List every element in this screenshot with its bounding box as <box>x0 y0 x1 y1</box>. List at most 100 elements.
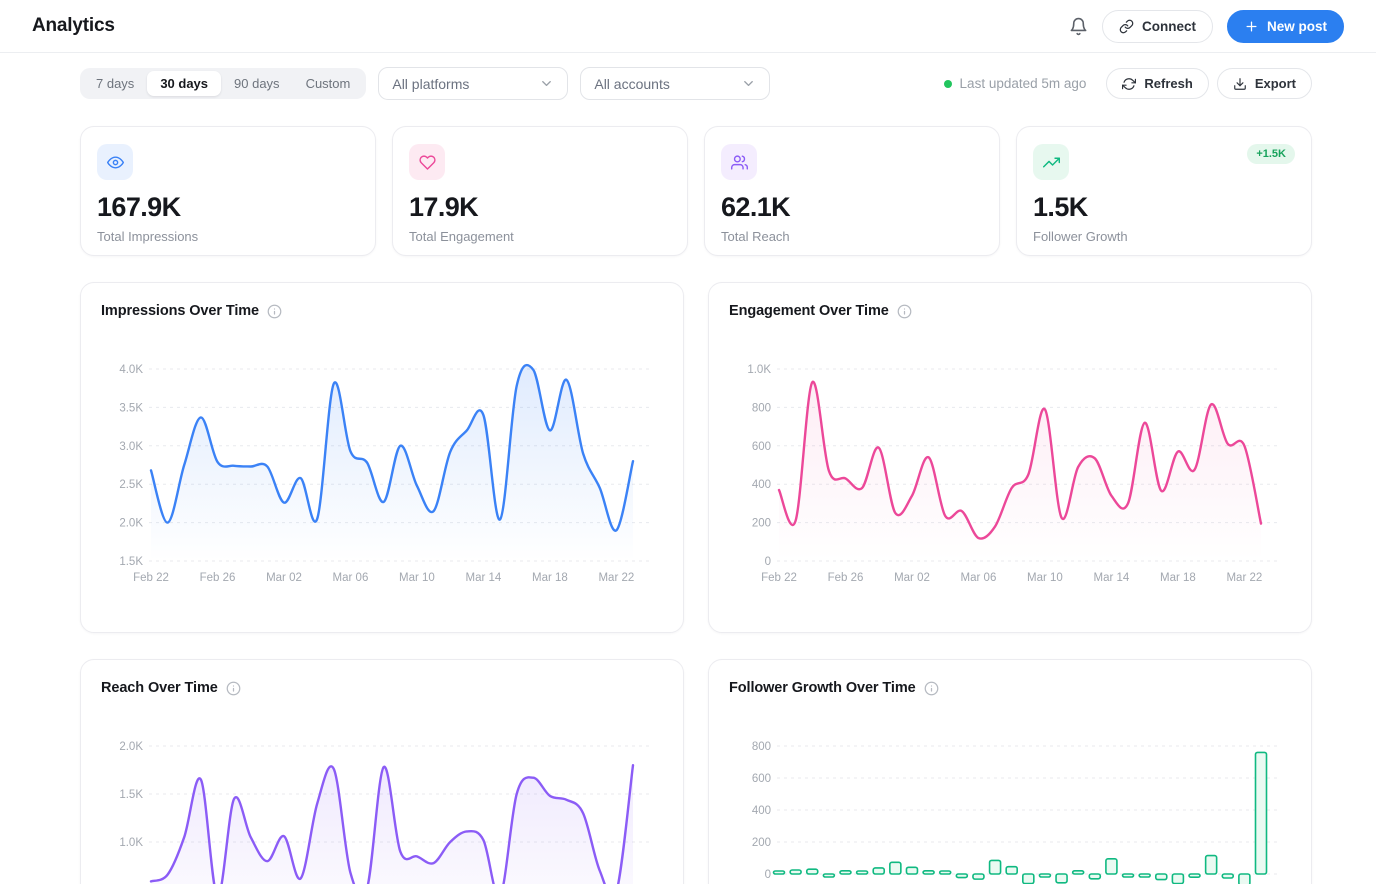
export-button[interactable]: Export <box>1216 68 1312 99</box>
stat-value: 1.5K <box>1033 192 1088 222</box>
chart-title: Engagement Over Time <box>729 303 889 319</box>
svg-text:Mar 10: Mar 10 <box>399 572 435 584</box>
tab-90-days[interactable]: 90 days <box>221 71 293 96</box>
svg-text:600: 600 <box>752 441 771 453</box>
charts-grid: Impressions Over Time 4.0K 3.5K 3.0K 2.5K 2.… <box>80 282 1312 884</box>
svg-text:0: 0 <box>765 556 771 568</box>
engagement-chart-card: Engagement Over Time 1.0K 800 600 400 200 0 Fe… <box>708 282 1312 633</box>
heart-icon <box>418 154 436 170</box>
refresh-label: Refresh <box>1144 76 1193 91</box>
new-post-label: New post <box>1266 18 1327 34</box>
chart-title: Reach Over Time <box>101 680 218 696</box>
analytics-content: 7 days 30 days 90 days Custom All platfo… <box>80 67 1312 884</box>
reach-chart-card: Reach Over Time 2.0K1.5K1.0K5000Feb 22Fe… <box>80 659 684 884</box>
stat-label: Follower Growth <box>1033 229 1128 244</box>
users-icon <box>730 154 748 170</box>
notifications-button[interactable] <box>1069 17 1088 36</box>
svg-text:Mar 22: Mar 22 <box>1226 572 1262 584</box>
svg-text:Mar 14: Mar 14 <box>1094 572 1130 584</box>
follower-growth-chart-card: Follower Growth Over Time 8006004002000F… <box>708 659 1312 884</box>
svg-text:1.0K: 1.0K <box>747 364 771 376</box>
stat-card-total-impressions: 167.9K Total Impressions <box>80 126 376 256</box>
chevron-down-icon <box>542 81 552 86</box>
svg-text:Feb 26: Feb 26 <box>200 572 236 584</box>
svg-text:200: 200 <box>752 837 771 849</box>
stats-grid: 167.9K Total Impressions 17.9K Total Eng… <box>80 126 1312 256</box>
connect-button[interactable]: Connect <box>1101 9 1213 43</box>
svg-text:Mar 02: Mar 02 <box>266 572 302 584</box>
stat-label: Total Reach <box>721 229 790 244</box>
connect-label: Connect <box>1141 18 1196 34</box>
stat-value: 17.9K <box>409 192 479 222</box>
info-icon <box>924 681 938 695</box>
stat-icon-tile <box>409 144 445 180</box>
filter-bar: 7 days 30 days 90 days Custom All platfo… <box>80 67 1312 100</box>
svg-text:600: 600 <box>752 773 771 785</box>
follower-growth-chart: 8006004002000Feb 22Feb 26Mar 02Mar 06Mar… <box>752 741 1277 884</box>
tab-custom[interactable]: Custom <box>293 71 364 96</box>
reach-chart: 2.0K1.5K1.0K5000Feb 22Feb 26Mar 02Mar 06… <box>119 741 649 884</box>
app-header: Analytics Connect New post <box>0 0 1376 53</box>
eye-icon <box>106 155 124 169</box>
refresh-icon <box>1122 77 1137 90</box>
growth-badge: +1.5K <box>1247 144 1295 164</box>
svg-text:200: 200 <box>752 518 771 530</box>
svg-text:Mar 18: Mar 18 <box>532 572 568 584</box>
svg-text:3.0K: 3.0K <box>119 441 143 453</box>
svg-text:1.5K: 1.5K <box>119 789 143 801</box>
svg-text:Mar 14: Mar 14 <box>466 572 502 584</box>
date-range-tabs: 7 days 30 days 90 days Custom <box>80 68 367 99</box>
svg-text:Mar 10: Mar 10 <box>1027 572 1063 584</box>
header-actions: Connect New post <box>1069 9 1344 43</box>
accounts-dropdown[interactable]: All accounts <box>580 67 771 100</box>
refresh-button[interactable]: Refresh <box>1106 68 1209 99</box>
svg-text:Feb 22: Feb 22 <box>761 572 797 584</box>
svg-text:3.5K: 3.5K <box>119 402 143 414</box>
chart-title: Impressions Over Time <box>101 303 260 319</box>
info-icon <box>267 304 282 318</box>
tab-7-days[interactable]: 7 days <box>83 71 147 96</box>
svg-text:Mar 22: Mar 22 <box>598 572 634 584</box>
platforms-dropdown[interactable]: All platforms <box>378 67 569 100</box>
stat-label: Total Engagement <box>409 229 514 244</box>
svg-text:Mar 06: Mar 06 <box>961 572 997 584</box>
plus-icon <box>1246 21 1257 31</box>
last-updated-text: Last updated 5m ago <box>959 76 1087 91</box>
svg-text:0: 0 <box>765 869 771 881</box>
bell-icon <box>1070 17 1087 35</box>
stat-icon-tile <box>721 144 757 180</box>
svg-text:800: 800 <box>752 741 771 753</box>
svg-text:2.5K: 2.5K <box>119 479 143 491</box>
status-dot <box>943 79 952 88</box>
svg-text:400: 400 <box>752 479 771 491</box>
info-icon <box>226 681 241 695</box>
stat-card-follower-growth: +1.5K 1.5K Follower Growth <box>1016 126 1312 256</box>
svg-text:400: 400 <box>752 805 771 817</box>
svg-text:800: 800 <box>752 402 771 414</box>
tab-30-days[interactable]: 30 days <box>147 71 222 96</box>
download-icon <box>1233 77 1246 90</box>
stat-value: 62.1K <box>721 192 791 222</box>
chevron-down-icon <box>744 81 754 86</box>
stat-label: Total Impressions <box>97 229 199 244</box>
link-icon <box>1119 19 1134 33</box>
last-updated-status: Last updated 5m ago <box>943 76 1087 91</box>
svg-text:Mar 02: Mar 02 <box>894 572 930 584</box>
new-post-button[interactable]: New post <box>1226 9 1344 43</box>
chart-title: Follower Growth Over Time <box>729 680 916 696</box>
accounts-dropdown-value: All accounts <box>594 75 670 92</box>
export-label: Export <box>1254 76 1296 91</box>
impressions-chart-card: Impressions Over Time 4.0K 3.5K 3.0K 2.5K 2.… <box>80 282 684 633</box>
page-title: Analytics <box>32 15 115 36</box>
svg-text:1.5K: 1.5K <box>119 556 143 568</box>
svg-text:Feb 22: Feb 22 <box>133 572 169 584</box>
trending-up-icon <box>1042 157 1060 167</box>
stat-icon-tile <box>97 144 133 180</box>
stat-value: 167.9K <box>97 192 181 222</box>
svg-text:2.0K: 2.0K <box>119 518 143 530</box>
platforms-dropdown-value: All platforms <box>392 75 470 92</box>
info-icon <box>897 304 912 318</box>
svg-text:1.0K: 1.0K <box>119 837 143 849</box>
stat-icon-tile <box>1033 144 1069 180</box>
svg-text:Mar 18: Mar 18 <box>1160 572 1196 584</box>
